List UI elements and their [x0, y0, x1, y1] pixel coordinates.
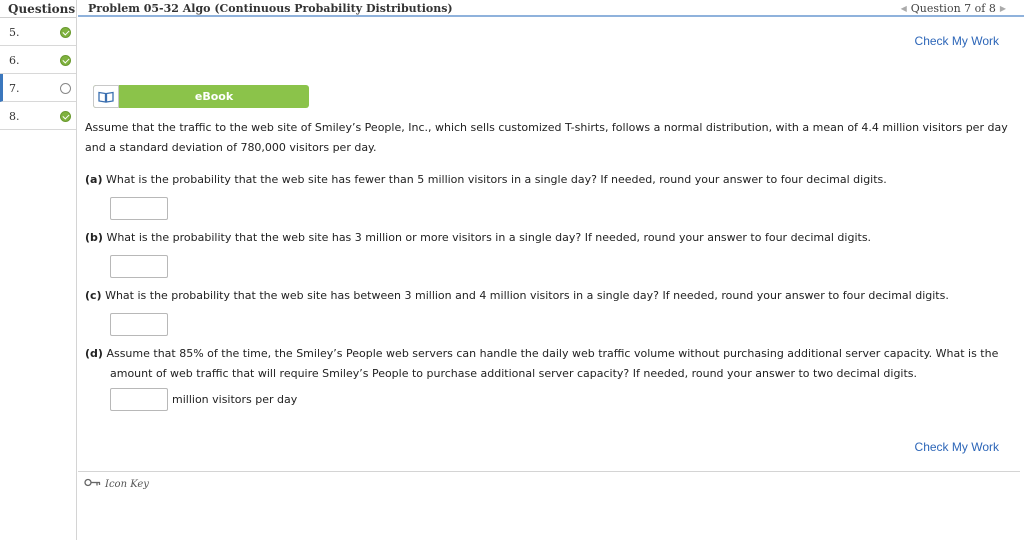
- part-a: (a) What is the probability that the web…: [85, 170, 1010, 220]
- question-nav-item-7[interactable]: 7.: [0, 74, 76, 102]
- part-d-question: (d) Assume that 85% of the time, the Smi…: [85, 344, 1010, 384]
- part-b-answer-input[interactable]: [110, 255, 168, 278]
- part-c-answer-input[interactable]: [110, 313, 168, 336]
- problem-intro: Assume that the traffic to the web site …: [85, 121, 1008, 154]
- key-icon: [84, 478, 101, 490]
- next-question-arrow-icon[interactable]: ▶: [1000, 4, 1006, 13]
- icon-key-link[interactable]: Icon Key: [84, 478, 149, 490]
- part-a-question: (a) What is the probability that the web…: [85, 170, 1010, 190]
- previous-question-arrow-icon[interactable]: ◀: [901, 4, 907, 13]
- part-a-tag: (a): [85, 173, 103, 186]
- part-a-answer-input[interactable]: [110, 197, 168, 220]
- footer-divider: [78, 471, 1020, 472]
- completed-check-icon: [60, 55, 71, 66]
- part-d-unit-label: million visitors per day: [172, 392, 298, 406]
- problem-title: Problem 05-32 Algo (Continuous Probabili…: [88, 2, 453, 15]
- question-number: 7.: [9, 82, 20, 95]
- part-b-text: What is the probability that the web sit…: [106, 231, 872, 244]
- part-d-answer-input[interactable]: [110, 388, 168, 411]
- check-my-work-link-bottom[interactable]: Check My Work: [915, 440, 999, 454]
- completed-check-icon: [60, 111, 71, 122]
- question-nav-item-8[interactable]: 8.: [0, 102, 76, 130]
- question-pager: ◀ Question 7 of 8 ▶: [901, 2, 1006, 15]
- ebook-button[interactable]: eBook: [93, 85, 309, 108]
- unanswered-circle-icon: [60, 83, 71, 94]
- part-c-question: (c) What is the probability that the web…: [85, 286, 1010, 306]
- part-a-text: What is the probability that the web sit…: [105, 173, 887, 186]
- part-d: (d) Assume that 85% of the time, the Smi…: [85, 344, 1010, 411]
- completed-check-icon: [60, 27, 71, 38]
- question-nav-header: Questions: [0, 0, 76, 18]
- problem-content: Assume that the traffic to the web site …: [85, 118, 1010, 419]
- part-c: (c) What is the probability that the web…: [85, 286, 1010, 336]
- check-my-work-link-top[interactable]: Check My Work: [915, 34, 999, 48]
- ebook-label: eBook: [194, 90, 234, 103]
- part-d-tag: (d): [85, 347, 103, 360]
- question-number: 5.: [9, 26, 20, 39]
- part-b-tag: (b): [85, 231, 103, 244]
- question-pager-label: Question 7 of 8: [910, 2, 996, 15]
- part-c-tag: (c): [85, 289, 102, 302]
- part-b: (b) What is the probability that the web…: [85, 228, 1010, 278]
- part-b-question: (b) What is the probability that the web…: [85, 228, 1010, 248]
- question-number: 6.: [9, 54, 20, 67]
- question-nav-item-6[interactable]: 6.: [0, 46, 76, 74]
- question-nav: Questions 5. 6. 7. 8.: [0, 0, 77, 540]
- problem-header: Problem 05-32 Algo (Continuous Probabili…: [78, 0, 1024, 17]
- book-icon: [93, 85, 119, 108]
- part-d-text: Assume that 85% of the time, the Smiley’…: [106, 347, 999, 380]
- icon-key-label: Icon Key: [105, 478, 149, 490]
- question-number: 8.: [9, 110, 20, 123]
- question-nav-item-5[interactable]: 5.: [0, 18, 76, 46]
- part-c-text: What is the probability that the web sit…: [105, 289, 949, 302]
